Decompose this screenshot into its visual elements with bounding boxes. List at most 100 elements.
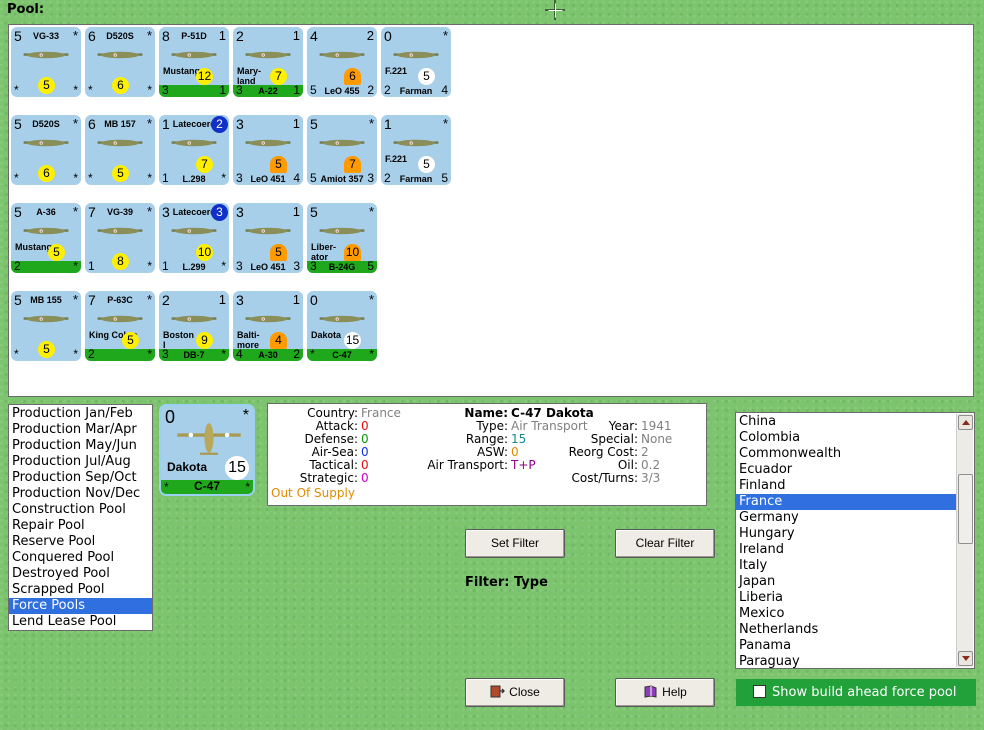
unit-counter[interactable]: 3 1 5 3 LeO 451 3 [233,203,303,273]
counter-bottom-right: 1 [219,83,226,97]
selected-unit-counter: 0 * Dakota 15 * C-47 * [159,404,255,496]
counter-name: P-63C [107,295,133,305]
counter-bottom-right: 5 [441,171,448,185]
unit-counter[interactable]: 2 1 Mary- land 7 3 A-22 1 [233,27,303,97]
build-ahead-checkbox-row[interactable]: Show build ahead force pool [736,679,976,706]
unit-counter[interactable]: 6 * D520S 6 * * [85,27,155,97]
country-list-item[interactable]: Ecuador [736,462,956,478]
country-list-item[interactable]: Italy [736,558,956,574]
counter-bottom-left: * [14,171,19,185]
pool-area: 5 * VG-33 5 * * 6 * D520S 6 * * 8 1 P-51D Mustang 12 3 1 2 1… [8,24,974,397]
country-list-item[interactable]: Hungary [736,526,956,542]
country-list-item[interactable]: Ireland [736,542,956,558]
help-button[interactable]: Help [615,678,715,707]
counter-name: P-51D [181,31,207,41]
close-button[interactable]: Close [465,678,565,707]
unit-counter[interactable]: 0 * Dakota 15 * C-47 * [307,291,377,361]
counter-subname: F.221 [385,154,408,164]
unit-counter[interactable]: 0 * F.221 5 2 Farman 4 [381,27,451,97]
counter-bottom-bar [85,85,155,97]
pool-list-item[interactable]: Force Pools [9,598,152,614]
pool-list-item[interactable]: Reserve Pool [9,534,152,550]
counter-top-right: * [368,204,374,219]
country-list-item[interactable]: Commonwealth [736,446,956,462]
set-filter-button[interactable]: Set Filter [465,529,565,558]
unit-counter[interactable]: 1 Latecoere 7 2 1 L.298 * [159,115,229,185]
unit-counter[interactable]: 1 * F.221 5 2 Farman 5 [381,115,451,185]
counter-bottom-right: * [147,171,152,185]
counter-bottom-right: * [221,347,226,361]
plane-icon [245,139,291,147]
counter-bottom-right: 2 [367,83,374,97]
cost-value: 3/3 [641,471,661,485]
counter-badge-secondary: 2 [211,116,228,133]
pool-list-item[interactable]: Destroyed Pool [9,566,152,582]
unit-counter[interactable]: 5 * 7 5 Amiot 357 3 [307,115,377,185]
pool-list-item[interactable]: Production Jan/Feb [9,406,152,422]
unit-counter[interactable]: 2 1 Boston I 9 3 DB-7 * [159,291,229,361]
pool-list-item[interactable]: Repair Pool [9,518,152,534]
pool-list-item[interactable]: Conquered Pool [9,550,152,566]
pool-list[interactable]: Production Jan/Feb Production Mar/Apr Prod… [8,404,153,631]
country-list-item[interactable]: Mexico [736,606,956,622]
country-list-item[interactable]: Colombia [736,430,956,446]
unit-counter[interactable]: 3 1 Balti- more 4 4 A-30 2 [233,291,303,361]
counter-top-right: 1 [218,292,226,307]
counter-bottom-right: 3 [293,259,300,273]
counter-range-badge: 6 [344,68,361,85]
supply-status: Out Of Supply [271,486,355,500]
unit-counter[interactable]: 6 * MB 157 5 * * [85,115,155,185]
build-ahead-checkbox[interactable] [753,685,766,698]
pool-list-item[interactable]: Construction Pool [9,502,152,518]
counter-range-badge: 5 [418,156,435,173]
clear-filter-button[interactable]: Clear Filter [615,529,715,558]
crosshair-cursor-icon [545,0,565,20]
unit-counter[interactable]: 7 * P-63C King Cobra 5 2 * [85,291,155,361]
pool-list-item[interactable]: Production Nov/Dec [9,486,152,502]
pool-list-item[interactable]: Production Sep/Oct [9,470,152,486]
counter-type: L.299 [182,262,206,272]
country-list-item[interactable]: Finland [736,478,956,494]
country-list-item[interactable]: Japan [736,574,956,590]
unit-counter[interactable]: 5 * Liber- ator 10 3 B-24G 5 [307,203,377,273]
counter-name: D520S [106,31,134,41]
scroll-up-arrow-icon[interactable] [958,415,973,430]
country-list-item[interactable]: France [736,494,956,510]
counter-badge-secondary: 3 [211,204,228,221]
counter-name: VG-33 [32,31,59,41]
counter-top-left: 3 [236,292,244,308]
unit-counter[interactable]: 5 * A-36 Mustang 5 2 * [11,203,81,273]
country-list-item[interactable]: Germany [736,510,956,526]
unit-counter[interactable]: 5 * VG-33 5 * * [11,27,81,97]
country-list-item[interactable]: Liberia [736,590,956,606]
pool-list-item[interactable]: Production Mar/Apr [9,422,152,438]
scroll-down-arrow-icon[interactable] [958,651,973,666]
country-list-item[interactable]: China [736,414,956,430]
counter-bottom-right: 4 [441,83,448,97]
pool-list-item[interactable]: Lend Lease Pool [9,614,152,630]
unit-counter[interactable]: 4 2 6 5 LeO 455 2 [307,27,377,97]
country-list-item[interactable]: Netherlands [736,622,956,638]
counter-top-left: 4 [310,28,318,44]
country-list-scrollbar[interactable] [956,414,973,667]
plane-icon [171,227,217,235]
counter-range-badge: 10 [344,244,361,261]
pool-list-item[interactable]: Production Jul/Aug [9,454,152,470]
country-list-items: China Colombia Commonwealth Ecuador Finland F… [736,414,974,668]
pool-list-item[interactable]: Scrapped Pool [9,582,152,598]
unit-counter[interactable]: 5 * D520S 6 * * [11,115,81,185]
unit-counter[interactable]: 3 1 5 3 LeO 451 4 [233,115,303,185]
unit-counter[interactable]: 7 * VG-39 8 1 * [85,203,155,273]
unit-counter[interactable]: 5 * MB 155 5 * * [11,291,81,361]
pool-list-item[interactable]: Production May/Jun [9,438,152,454]
country-list-item[interactable]: Paraguay [736,654,956,668]
scrollbar-thumb[interactable] [958,474,973,544]
country-list-item[interactable]: Panama [736,638,956,654]
unit-counter[interactable]: 8 1 P-51D Mustang 12 3 1 [159,27,229,97]
country-list[interactable]: China Colombia Commonwealth Ecuador Finland F… [735,412,975,669]
counter-range-badge: 4 [270,332,287,349]
unit-counter[interactable]: 3 Latecoere 10 3 1 L.299 * [159,203,229,273]
counter-subname: Mustang [163,66,200,76]
counter-name: VG-39 [106,207,133,217]
plane-icon [97,315,143,323]
